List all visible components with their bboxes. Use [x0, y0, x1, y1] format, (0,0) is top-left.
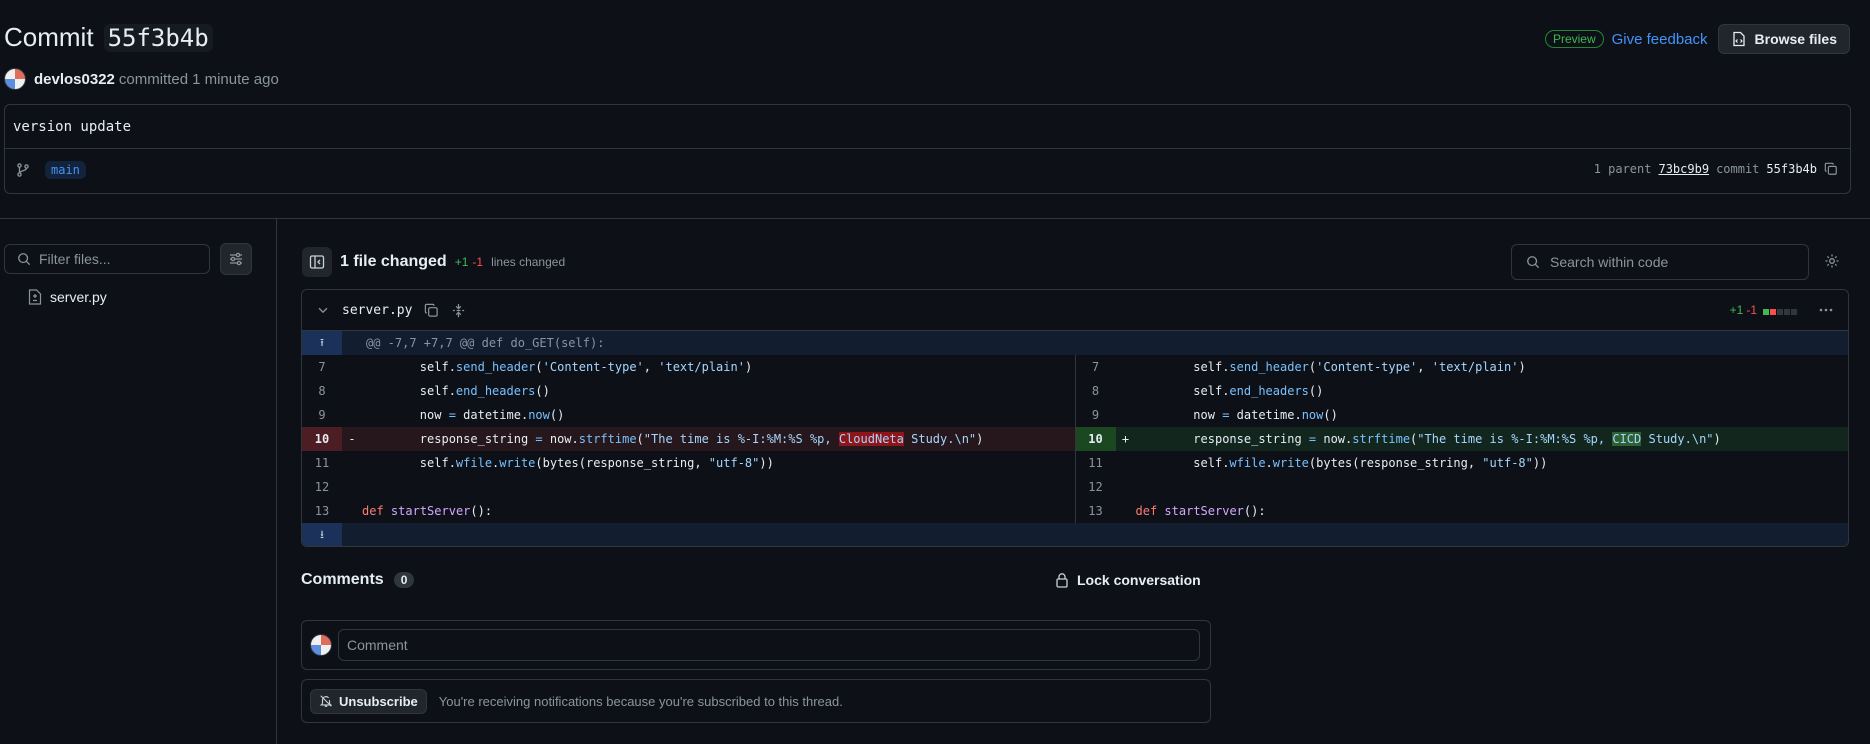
- diff-line: 11 self.wfile.write(bytes(response_strin…: [1088, 456, 1548, 470]
- copy-icon[interactable]: [1824, 162, 1838, 176]
- commit-byline: devlos0322 committed 1 minute ago: [4, 68, 279, 90]
- diff-line: 12: [1088, 480, 1103, 494]
- diff-line: 7 self.send_header('Content-type', 'text…: [1091, 360, 1526, 374]
- file-tree-item[interactable]: server.py: [28, 289, 107, 305]
- additions-count: +1: [454, 255, 469, 269]
- notification-reason: You're receiving notifications because y…: [438, 693, 843, 709]
- commit-message: version update: [13, 119, 132, 135]
- parent-label: 1 parent: [1593, 162, 1652, 176]
- lock-icon: [1056, 573, 1068, 588]
- file-diff: server.py +1 -1 ⭱ @@ -7,7 +7,7 @@ def do…: [301, 289, 1849, 547]
- commit-action: committed: [118, 70, 189, 88]
- expand-all-icon[interactable]: [451, 303, 466, 318]
- gear-icon[interactable]: [1824, 253, 1840, 269]
- diff-stat: +1 -1: [1730, 302, 1834, 318]
- files-changed-summary: 1 file changed +1 -1 lines changed: [340, 253, 565, 271]
- search-placeholder: Search within code: [1550, 254, 1669, 270]
- filter-options-button[interactable]: [220, 243, 252, 275]
- diff-deletions: -1: [1746, 303, 1757, 317]
- diff-line-added: 10 + response_string = now.strftime("The …: [1075, 427, 1848, 451]
- diff-line-deleted: 10- response_string = now.strftime("The …: [302, 427, 1075, 451]
- bell-slash-icon: [319, 695, 333, 707]
- commit-sha-title: 55f3b4b: [103, 23, 213, 52]
- notifications-box: Unsubscribe You're receiving notificatio…: [301, 679, 1211, 723]
- diff-right-side: 7 self.send_header('Content-type', 'text…: [1075, 355, 1848, 523]
- sliders-icon: [230, 252, 242, 266]
- diff-stat-bar: [1763, 302, 1798, 318]
- commit-time: 1 minute ago: [192, 70, 279, 88]
- browse-files-button[interactable]: Browse files: [1717, 24, 1850, 54]
- unsubscribe-button[interactable]: Unsubscribe: [310, 688, 427, 714]
- preview-badge: Preview: [1544, 30, 1604, 48]
- diff-left-side: 7 self.send_header('Content-type', 'text…: [302, 355, 1076, 523]
- author-link[interactable]: devlos0322: [34, 71, 115, 88]
- kebab-menu-icon[interactable]: [1818, 302, 1834, 318]
- branch-row: main: [15, 161, 86, 179]
- branch-label[interactable]: main: [45, 161, 86, 179]
- file-tree-label: server.py: [50, 289, 107, 305]
- commit-meta: 1 parent 73bc9b9 commit 55f3b4b: [1594, 162, 1838, 176]
- filter-placeholder: Filter files...: [39, 251, 111, 267]
- expand-up-button[interactable]: ⭱: [302, 331, 342, 355]
- give-feedback-link[interactable]: Give feedback: [1612, 31, 1708, 48]
- diff-line: 7 self.send_header('Content-type', 'text…: [318, 360, 753, 374]
- lock-conversation-label: Lock conversation: [1077, 572, 1201, 588]
- hunk-header: @@ -7,7 +7,7 @@ def do_GET(self):: [366, 336, 605, 350]
- commit-label: commit: [1716, 162, 1760, 176]
- avatar[interactable]: [4, 68, 26, 90]
- diff-additions: +1: [1729, 303, 1744, 317]
- section-divider: [0, 218, 1870, 219]
- sidebar-divider: [276, 218, 277, 744]
- file-diff-icon: [28, 289, 42, 305]
- hunk-footer-row: ⭳: [302, 523, 1848, 546]
- diff-line: 13 def startServer():: [314, 504, 493, 518]
- diff-file-header: server.py +1 -1: [302, 290, 1848, 331]
- commit-title-prefix: Commit: [4, 22, 94, 52]
- deletions-count: -1: [472, 255, 484, 269]
- chevron-down-icon[interactable]: [316, 303, 330, 317]
- search-icon: [1527, 256, 1540, 269]
- unsubscribe-label: Unsubscribe: [339, 693, 418, 709]
- search-icon: [18, 253, 31, 266]
- divider: [5, 148, 1850, 149]
- files-changed-count: 1 file changed: [340, 253, 447, 270]
- parent-sha-link[interactable]: 73bc9b9: [1658, 162, 1709, 176]
- comments-count: 0: [393, 572, 415, 588]
- diff-filename[interactable]: server.py: [342, 303, 412, 318]
- file-code-icon: [1732, 31, 1745, 47]
- expand-down-button[interactable]: ⭳: [302, 523, 342, 546]
- toggle-file-tree-button[interactable]: [302, 247, 332, 277]
- avatar: [310, 634, 332, 656]
- diff-line: 11 self.wfile.write(bytes(response_strin…: [314, 456, 774, 470]
- header-actions: Preview Give feedback Browse files: [1544, 24, 1850, 54]
- commit-sha: 55f3b4b: [1766, 162, 1817, 176]
- filter-files-input[interactable]: Filter files...: [4, 244, 210, 274]
- diff-line: 12: [314, 480, 330, 494]
- copy-icon[interactable]: [424, 303, 439, 318]
- git-branch-icon: [17, 163, 29, 177]
- comments-title: Comments: [301, 571, 384, 588]
- sidebar-collapse-icon: [309, 255, 325, 269]
- diff-line: 13 def startServer():: [1088, 504, 1266, 518]
- lock-conversation-button[interactable]: Lock conversation: [1055, 572, 1201, 588]
- comments-heading: Comments 0: [301, 571, 415, 589]
- search-within-code-input[interactable]: Search within code: [1511, 244, 1809, 280]
- hunk-header-row: ⭱ @@ -7,7 +7,7 @@ def do_GET(self):: [302, 331, 1848, 355]
- diff-line: 9 now = datetime.now(): [318, 408, 565, 422]
- diff-line: 8 self.end_headers(): [318, 384, 550, 398]
- browse-files-label: Browse files: [1754, 31, 1837, 47]
- commit-title: Commit 55f3b4b: [4, 22, 213, 53]
- diff-line: 8 self.end_headers(): [1091, 384, 1324, 398]
- comment-composer: Comment: [301, 620, 1211, 670]
- diff-line: 9 now = datetime.now(): [1091, 408, 1338, 422]
- lines-changed-label: lines changed: [491, 255, 566, 269]
- commit-message-box: version update main 1 parent 73bc9b9 com…: [4, 104, 1851, 194]
- split-diff: 7 self.send_header('Content-type', 'text…: [302, 355, 1848, 523]
- comment-input[interactable]: Comment: [338, 629, 1200, 661]
